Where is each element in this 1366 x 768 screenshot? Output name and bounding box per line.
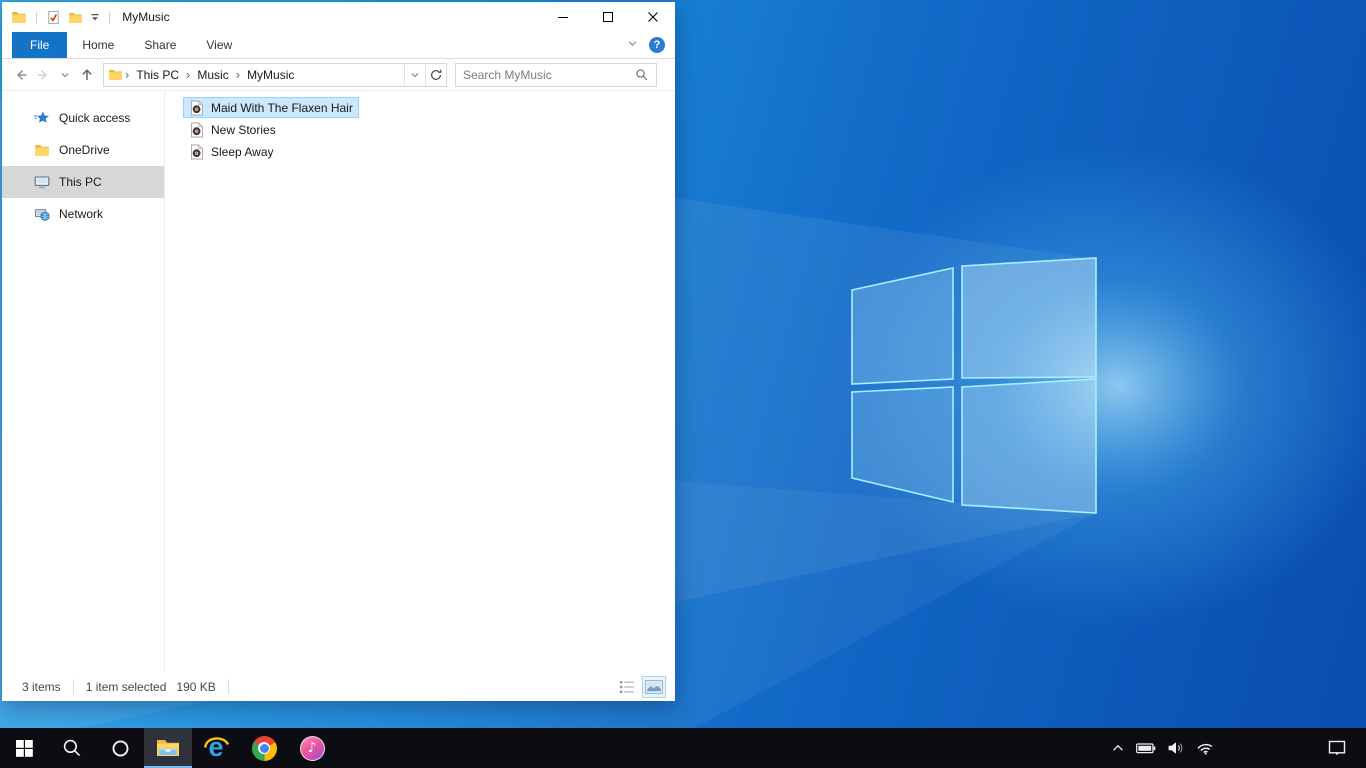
- expand-ribbon-chevron-icon[interactable]: [627, 38, 638, 52]
- titlebar-separator: |: [35, 10, 39, 24]
- navigation-pane: Quick access OneDrive This PC Network: [2, 91, 165, 672]
- file-item-maid-with-the-flaxen-hair[interactable]: Maid With The Flaxen Hair: [183, 97, 359, 118]
- back-arrow-icon[interactable]: [10, 63, 32, 87]
- action-center-bubble-icon: [1328, 740, 1346, 756]
- large-thumbnails-view-button[interactable]: [642, 675, 666, 698]
- quick-access-star-icon: [34, 110, 50, 126]
- address-bar[interactable]: › This PC › Music › MyMusic: [103, 62, 447, 87]
- volume-icon[interactable]: [1167, 741, 1185, 755]
- breadcrumb-this-pc[interactable]: This PC: [131, 68, 184, 82]
- network-computer-icon: [34, 206, 50, 222]
- itunes-button[interactable]: ♪: [288, 728, 336, 768]
- start-button[interactable]: [0, 728, 48, 768]
- new-folder-icon[interactable]: [68, 10, 83, 25]
- file-item-sleep-away[interactable]: Sleep Away: [183, 141, 280, 162]
- breadcrumb: › This PC › Music › MyMusic: [104, 64, 404, 86]
- desktop-wallpaper: | | MyMusic File Home Share View ? › Thi…: [0, 0, 1366, 768]
- file-item-new-stories[interactable]: New Stories: [183, 119, 282, 140]
- taskbar: e ♪: [0, 728, 1366, 768]
- breadcrumb-music[interactable]: Music: [192, 68, 233, 82]
- search-button[interactable]: [48, 728, 96, 768]
- window-title: MyMusic: [122, 10, 170, 24]
- sidebar-item-network[interactable]: Network: [2, 198, 164, 230]
- status-divider: [72, 679, 74, 694]
- up-arrow-icon[interactable]: [76, 63, 98, 87]
- status-selection-size: 190 KB: [176, 679, 216, 694]
- address-folder-icon[interactable]: [108, 67, 123, 82]
- refresh-icon[interactable]: [425, 63, 446, 86]
- chrome-wheel-icon: [251, 735, 277, 761]
- tab-file[interactable]: File: [12, 32, 68, 58]
- forward-arrow-icon[interactable]: [32, 63, 54, 87]
- audio-file-icon: [189, 99, 205, 116]
- explorer-folder-icon: [11, 9, 27, 25]
- address-dropdown-chevron-icon[interactable]: [404, 63, 425, 86]
- quick-access-toolbar: | |: [11, 9, 112, 25]
- windows-logo-icon: [15, 739, 33, 757]
- recent-locations-chevron-icon[interactable]: [54, 63, 76, 87]
- onedrive-folder-icon: [34, 142, 50, 158]
- sidebar-item-onedrive[interactable]: OneDrive: [2, 134, 164, 166]
- magnifier-icon: [63, 739, 81, 757]
- sidebar-item-label: This PC: [59, 175, 102, 189]
- sidebar-item-label: Quick access: [59, 111, 131, 125]
- status-items-count: 3 items: [22, 679, 61, 694]
- cortana-circle-icon: [112, 740, 128, 756]
- battery-icon[interactable]: [1136, 742, 1156, 754]
- audio-file-icon: [189, 121, 205, 138]
- sidebar-item-this-pc[interactable]: This PC: [2, 166, 164, 198]
- file-list[interactable]: Maid With The Flaxen Hair New Stories Sl…: [165, 91, 675, 672]
- window-controls: [540, 2, 675, 32]
- breadcrumb-separator: ›: [125, 67, 130, 82]
- status-bar: 3 items 1 item selected 190 KB: [2, 672, 675, 701]
- minimize-button[interactable]: [540, 2, 585, 32]
- close-button[interactable]: [630, 2, 675, 32]
- title-bar[interactable]: | | MyMusic: [2, 2, 675, 32]
- chrome-button[interactable]: [240, 728, 288, 768]
- audio-file-icon: [189, 143, 205, 160]
- maximize-button[interactable]: [585, 2, 630, 32]
- sidebar-item-label: OneDrive: [59, 143, 110, 157]
- file-explorer-window: | | MyMusic File Home Share View ? › Thi…: [2, 2, 675, 701]
- file-explorer-taskbar-button[interactable]: [144, 728, 192, 768]
- action-center-button[interactable]: [1328, 728, 1346, 768]
- search-input[interactable]: [463, 67, 635, 82]
- breadcrumb-mymusic[interactable]: MyMusic: [242, 68, 299, 82]
- help-icon[interactable]: ?: [649, 37, 665, 53]
- system-tray: [1111, 728, 1214, 768]
- music-note-circle-icon: ♪: [299, 735, 325, 761]
- titlebar-separator: |: [108, 10, 112, 24]
- cortana-button[interactable]: [96, 728, 144, 768]
- status-selection-count: 1 item selected: [85, 679, 167, 694]
- internet-explorer-button[interactable]: e: [192, 728, 240, 768]
- search-magnifier-icon[interactable]: [635, 68, 649, 82]
- this-pc-monitor-icon: [34, 174, 50, 190]
- customize-quick-access-chevron-icon[interactable]: [90, 12, 100, 22]
- navigation-toolbar: › This PC › Music › MyMusic: [2, 59, 675, 91]
- ribbon-tab-bar: File Home Share View ?: [2, 32, 675, 59]
- file-explorer-folder-icon: [157, 740, 179, 756]
- file-name: Sleep Away: [211, 144, 274, 159]
- file-name: Maid With The Flaxen Hair: [211, 100, 353, 115]
- tab-share[interactable]: Share: [129, 32, 191, 58]
- tab-home[interactable]: Home: [67, 32, 129, 58]
- sidebar-item-label: Network: [59, 207, 104, 221]
- ie-halo-icon: [204, 737, 230, 748]
- tab-view[interactable]: View: [191, 32, 247, 58]
- breadcrumb-separator: ›: [235, 67, 241, 82]
- status-divider: [227, 679, 229, 694]
- properties-icon[interactable]: [46, 10, 61, 25]
- wifi-icon[interactable]: [1196, 741, 1214, 755]
- file-name: New Stories: [211, 122, 276, 137]
- search-box[interactable]: [455, 62, 657, 87]
- sidebar-item-quick-access[interactable]: Quick access: [2, 102, 164, 134]
- details-view-button[interactable]: [615, 676, 639, 698]
- breadcrumb-separator: ›: [186, 67, 191, 82]
- hidden-icons-chevron-icon[interactable]: [1111, 742, 1125, 754]
